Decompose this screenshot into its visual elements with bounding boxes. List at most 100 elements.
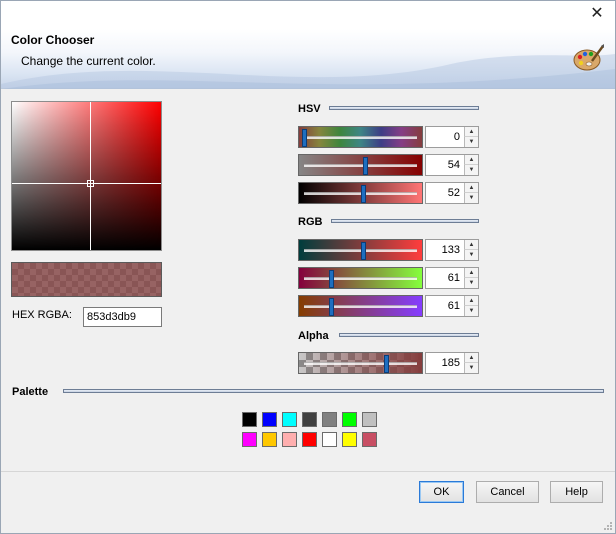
hue-increment-button[interactable]: ▲ xyxy=(464,127,478,137)
hex-rgba-label: HEX RGBA: xyxy=(12,309,72,321)
alpha-slider[interactable] xyxy=(298,352,423,374)
spin-down-arrow-icon: ▼ xyxy=(468,195,475,201)
palette-icon xyxy=(573,44,604,71)
color-chooser-dialog: ✕ Color Chooser Change the current color… xyxy=(0,0,616,534)
red-value[interactable]: 133 xyxy=(426,240,463,260)
saturation-decrement-button[interactable]: ▼ xyxy=(464,165,478,175)
saturation-value[interactable]: 54 xyxy=(426,155,463,175)
hue-slider-thumb[interactable] xyxy=(302,129,307,147)
palette-swatch[interactable] xyxy=(242,432,257,447)
footer-separator xyxy=(1,471,615,472)
palette-swatch[interactable] xyxy=(342,432,357,447)
saturation-slider-thumb[interactable] xyxy=(363,157,369,175)
resize-grip-icon[interactable] xyxy=(603,521,613,531)
close-icon: ✕ xyxy=(590,5,604,22)
green-slider-track xyxy=(304,277,417,280)
title-bar: ✕ xyxy=(1,1,615,29)
help-button[interactable]: Help xyxy=(550,481,603,503)
palette-swatch[interactable] xyxy=(322,412,337,427)
blue-spinner[interactable]: 61 ▲ ▼ xyxy=(425,295,479,317)
red-spinner[interactable]: 133 ▲ ▼ xyxy=(425,239,479,261)
spin-down-arrow-icon: ▼ xyxy=(468,167,475,173)
green-value[interactable]: 61 xyxy=(426,268,463,288)
spin-up-arrow-icon: ▲ xyxy=(468,270,475,276)
green-decrement-button[interactable]: ▼ xyxy=(464,278,478,288)
red-slider[interactable] xyxy=(298,239,423,261)
saturation-increment-button[interactable]: ▲ xyxy=(464,155,478,165)
spin-down-arrow-icon: ▼ xyxy=(468,139,475,145)
sv-crosshair-vertical xyxy=(90,102,91,250)
palette-swatch[interactable] xyxy=(322,432,337,447)
rgb-section-label: RGB xyxy=(298,216,323,228)
alpha-value[interactable]: 185 xyxy=(426,353,463,373)
value-slider[interactable] xyxy=(298,182,423,204)
palette-swatch[interactable] xyxy=(302,412,317,427)
red-slider-thumb[interactable] xyxy=(360,242,366,260)
alpha-slider-thumb[interactable] xyxy=(383,355,389,373)
saturation-slider[interactable] xyxy=(298,154,423,176)
palette-swatch[interactable] xyxy=(282,412,297,427)
hex-rgba-input[interactable] xyxy=(83,307,162,327)
spin-up-arrow-icon: ▲ xyxy=(468,242,475,248)
blue-slider-track xyxy=(304,305,417,308)
hsv-section-rule xyxy=(329,106,479,110)
hue-value[interactable]: 0 xyxy=(426,127,463,147)
blue-increment-button[interactable]: ▲ xyxy=(464,296,478,306)
ok-button[interactable]: OK xyxy=(419,481,464,503)
dialog-subtitle: Change the current color. xyxy=(21,54,156,68)
hue-slider[interactable] xyxy=(298,126,423,148)
rgb-section-rule xyxy=(331,219,479,223)
palette-swatch[interactable] xyxy=(262,412,277,427)
color-preview-fill xyxy=(12,263,161,296)
green-increment-button[interactable]: ▲ xyxy=(464,268,478,278)
blue-slider[interactable] xyxy=(298,295,423,317)
alpha-section-rule xyxy=(339,333,479,337)
spin-down-arrow-icon: ▼ xyxy=(468,252,475,258)
saturation-slider-track xyxy=(304,164,417,167)
alpha-decrement-button[interactable]: ▼ xyxy=(464,363,478,373)
green-slider-thumb[interactable] xyxy=(329,270,335,288)
spin-up-arrow-icon: ▲ xyxy=(468,129,475,135)
spin-down-arrow-icon: ▼ xyxy=(468,365,475,371)
value-slider-thumb[interactable] xyxy=(360,185,366,203)
cancel-button[interactable]: Cancel xyxy=(476,481,539,503)
spin-up-arrow-icon: ▲ xyxy=(468,185,475,191)
hsv-section-label: HSV xyxy=(298,103,321,115)
value-value[interactable]: 52 xyxy=(426,183,463,203)
saturation-value-picker[interactable] xyxy=(11,101,162,251)
palette-swatch[interactable] xyxy=(342,412,357,427)
red-decrement-button[interactable]: ▼ xyxy=(464,250,478,260)
color-preview xyxy=(11,262,162,297)
palette-swatch[interactable] xyxy=(362,412,377,427)
red-increment-button[interactable]: ▲ xyxy=(464,240,478,250)
alpha-spinner[interactable]: 185 ▲ ▼ xyxy=(425,352,479,374)
close-button[interactable]: ✕ xyxy=(585,3,609,25)
green-spinner[interactable]: 61 ▲ ▼ xyxy=(425,267,479,289)
spin-up-arrow-icon: ▲ xyxy=(468,157,475,163)
blue-value[interactable]: 61 xyxy=(426,296,463,316)
palette-section-label: Palette xyxy=(12,386,49,398)
hue-spinner[interactable]: 0 ▲ ▼ xyxy=(425,126,479,148)
palette-swatch[interactable] xyxy=(242,412,257,427)
blue-decrement-button[interactable]: ▼ xyxy=(464,306,478,316)
spin-down-arrow-icon: ▼ xyxy=(468,280,475,286)
sv-picker-cursor[interactable] xyxy=(87,180,94,187)
value-spinner[interactable]: 52 ▲ ▼ xyxy=(425,182,479,204)
spin-up-arrow-icon: ▲ xyxy=(468,355,475,361)
palette-swatch[interactable] xyxy=(282,432,297,447)
palette-swatch[interactable] xyxy=(262,432,277,447)
saturation-spinner[interactable]: 54 ▲ ▼ xyxy=(425,154,479,176)
value-decrement-button[interactable]: ▼ xyxy=(464,193,478,203)
alpha-increment-button[interactable]: ▲ xyxy=(464,353,478,363)
header-banner: Color Chooser Change the current color. xyxy=(1,29,615,89)
spin-up-arrow-icon: ▲ xyxy=(468,298,475,304)
alpha-section-label: Alpha xyxy=(298,330,329,342)
spin-down-arrow-icon: ▼ xyxy=(468,308,475,314)
dialog-title: Color Chooser xyxy=(11,33,95,47)
palette-swatch[interactable] xyxy=(362,432,377,447)
blue-slider-thumb[interactable] xyxy=(329,298,335,316)
hue-decrement-button[interactable]: ▼ xyxy=(464,137,478,147)
value-increment-button[interactable]: ▲ xyxy=(464,183,478,193)
green-slider[interactable] xyxy=(298,267,423,289)
palette-swatch[interactable] xyxy=(302,432,317,447)
